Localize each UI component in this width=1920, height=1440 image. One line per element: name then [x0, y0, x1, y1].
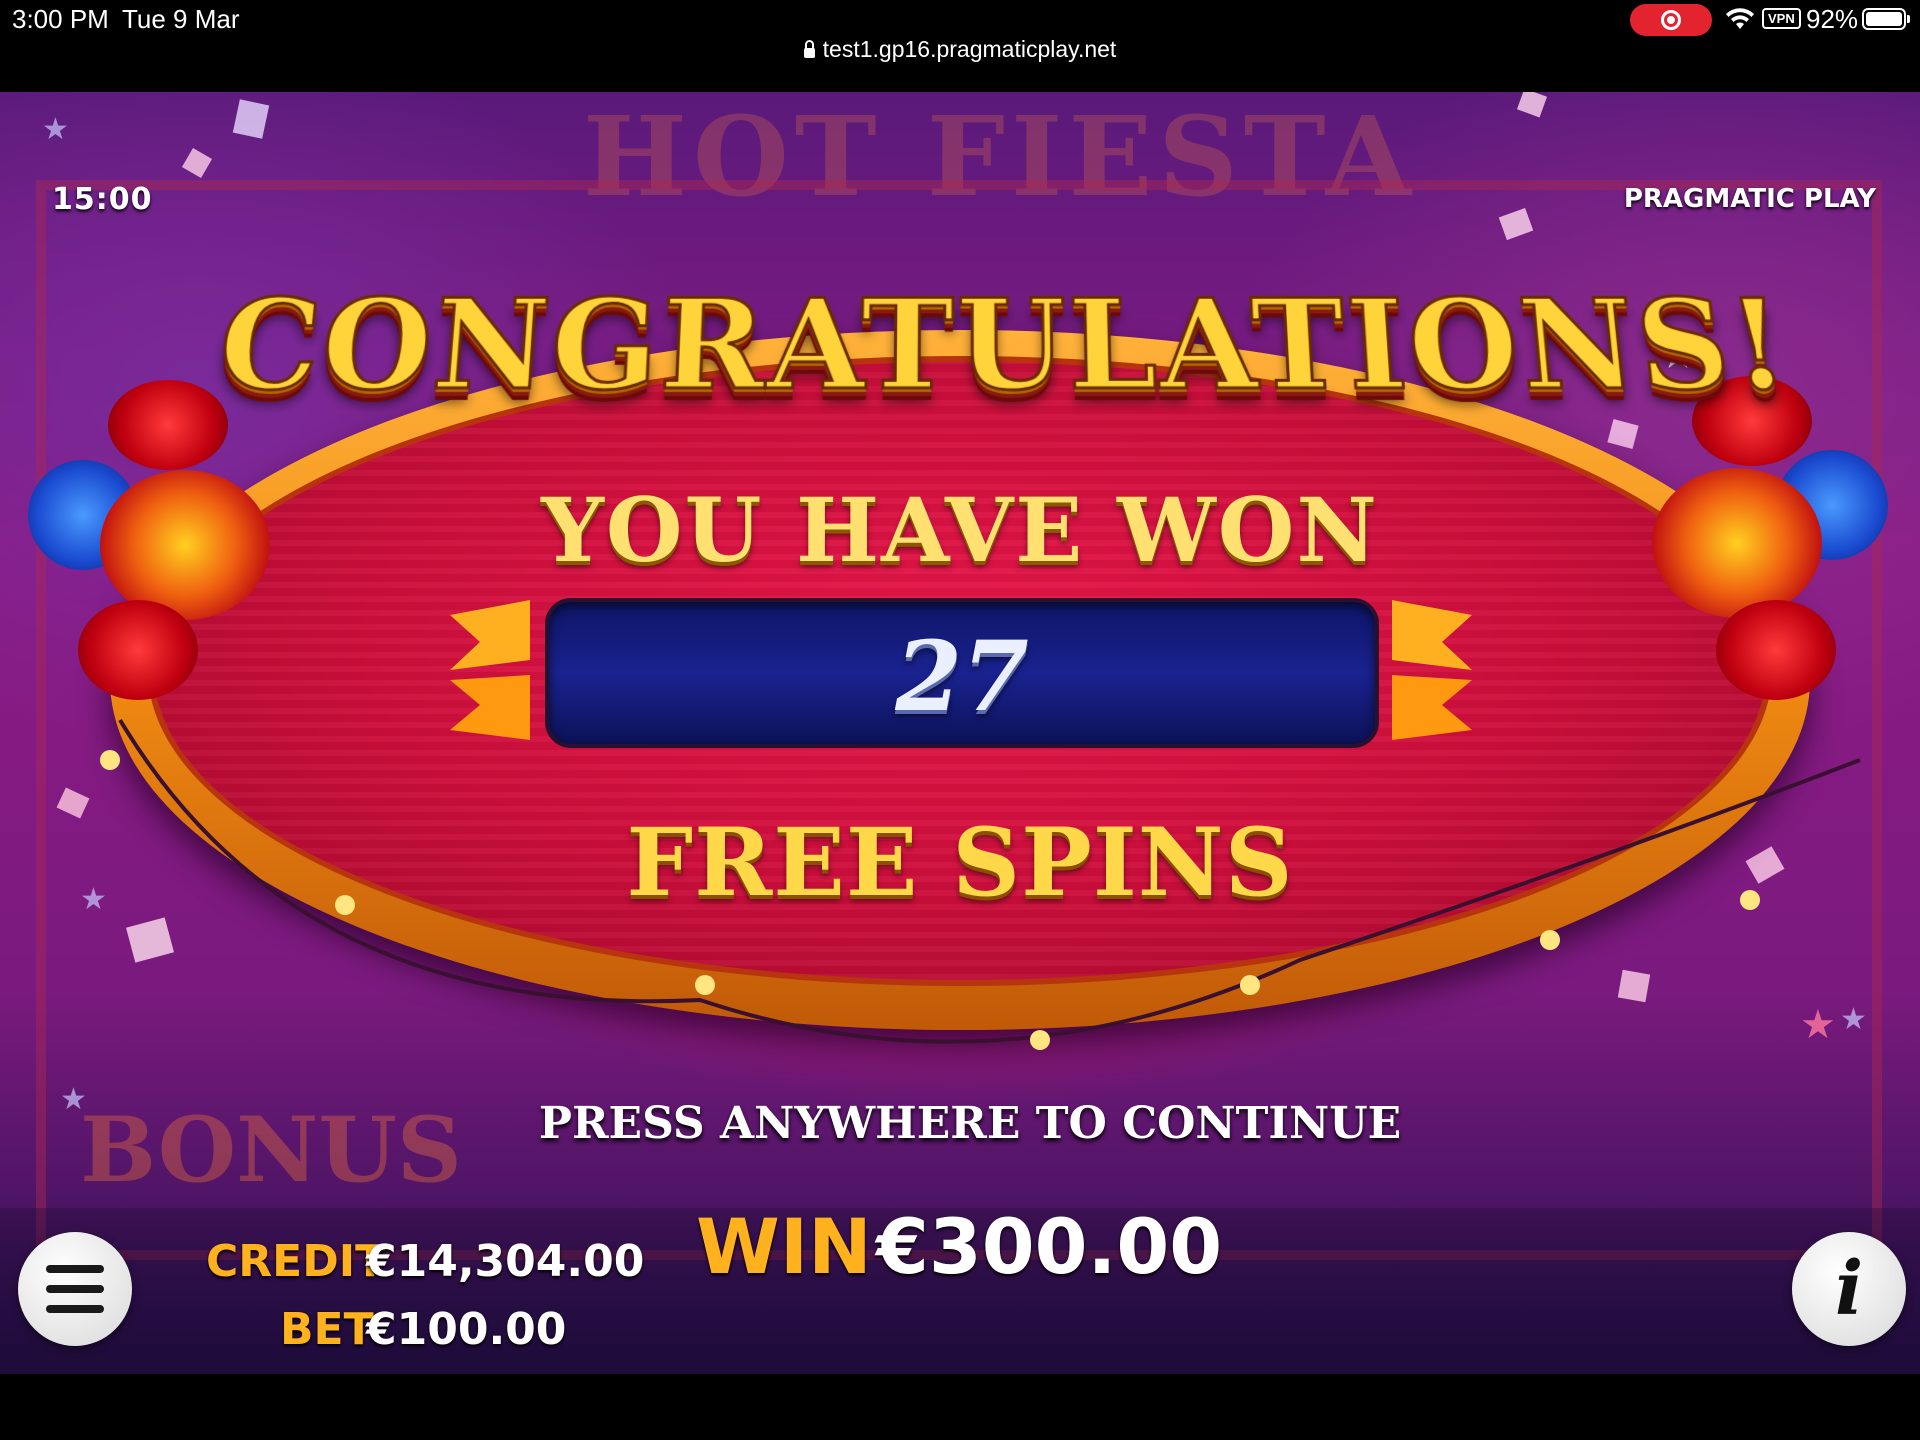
bet-value: €100.00	[366, 1304, 567, 1355]
free-spins-count: 27	[895, 620, 1029, 733]
credit-label: CREDIT	[206, 1236, 386, 1287]
right-ribbon-icon	[1392, 600, 1472, 740]
hamburger-icon	[46, 1305, 104, 1313]
left-ribbon-icon	[450, 600, 530, 740]
press-to-continue-prompt[interactable]: PRESS ANYWHERE TO CONTINUE	[0, 1098, 1920, 1149]
win-label: WIN	[696, 1202, 872, 1291]
info-icon: i	[1834, 1246, 1864, 1332]
info-button[interactable]: i	[1792, 1232, 1906, 1346]
hamburger-icon	[46, 1265, 104, 1273]
menu-button[interactable]	[18, 1232, 132, 1346]
hamburger-icon	[46, 1285, 104, 1293]
free-spins-count-box: 27	[545, 598, 1379, 748]
credit-value: €14,304.00	[366, 1236, 645, 1287]
congratulations-title: CONGRATULATIONS!	[210, 270, 1799, 420]
win-value: €300.00	[876, 1202, 1223, 1291]
free-spins-label: FREE SPINS	[626, 808, 1294, 918]
you-have-won-label: YOU HAVE WON	[541, 478, 1379, 582]
bet-label: BET	[280, 1304, 374, 1355]
